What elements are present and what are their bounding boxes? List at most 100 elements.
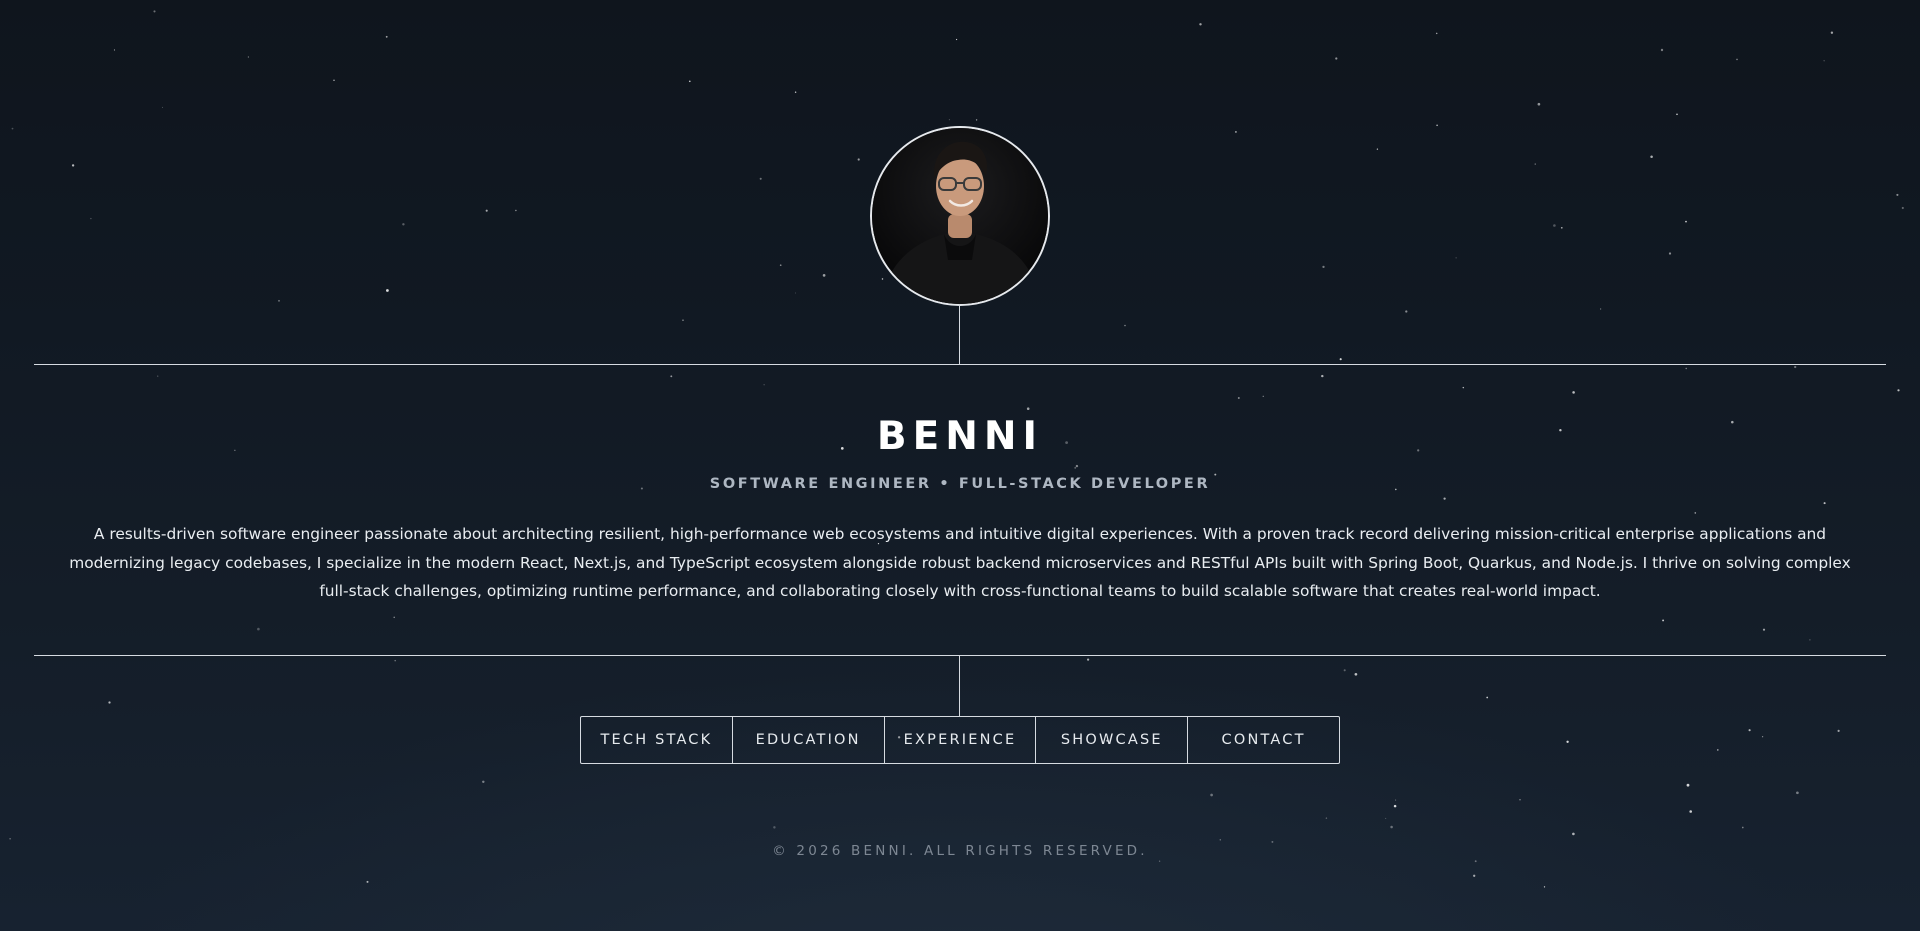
star bbox=[393, 616, 395, 619]
star bbox=[1599, 308, 1602, 310]
star bbox=[394, 659, 396, 662]
star bbox=[1660, 48, 1664, 52]
star bbox=[1343, 669, 1346, 672]
star bbox=[278, 299, 280, 302]
star bbox=[975, 119, 978, 121]
star bbox=[1794, 365, 1797, 369]
star bbox=[1650, 155, 1653, 158]
star bbox=[1694, 512, 1697, 514]
divider-top bbox=[34, 364, 1886, 365]
star bbox=[1809, 639, 1811, 641]
star bbox=[1685, 367, 1687, 370]
star bbox=[1676, 113, 1678, 116]
star bbox=[1748, 729, 1751, 732]
star bbox=[515, 209, 517, 212]
star bbox=[1534, 163, 1536, 165]
star bbox=[485, 209, 488, 212]
star bbox=[1572, 391, 1575, 394]
star bbox=[773, 826, 776, 829]
nav-item-education[interactable]: EDUCATION bbox=[733, 717, 885, 763]
star bbox=[1762, 628, 1766, 631]
star bbox=[1519, 799, 1521, 801]
star bbox=[1686, 783, 1690, 787]
star bbox=[1087, 658, 1090, 661]
star bbox=[1075, 464, 1079, 468]
star bbox=[1455, 257, 1457, 259]
star bbox=[1462, 386, 1465, 389]
star bbox=[795, 292, 796, 294]
star bbox=[113, 49, 116, 51]
star bbox=[482, 780, 485, 784]
star bbox=[1321, 374, 1324, 378]
star bbox=[1543, 886, 1546, 888]
star bbox=[1405, 310, 1408, 313]
star bbox=[1385, 817, 1387, 819]
star bbox=[1219, 839, 1221, 841]
profile-name: BENNI bbox=[876, 414, 1044, 459]
star bbox=[1473, 874, 1476, 877]
star bbox=[1354, 672, 1358, 676]
star bbox=[1436, 124, 1438, 127]
star bbox=[157, 375, 159, 377]
profile-bio: A results-driven software engineer passi… bbox=[69, 525, 1851, 600]
star bbox=[1537, 102, 1541, 106]
nav-item-showcase[interactable]: SHOWCASE bbox=[1036, 717, 1189, 763]
star bbox=[763, 384, 765, 386]
star bbox=[333, 79, 335, 82]
nav-item-contact[interactable]: CONTACT bbox=[1188, 717, 1339, 763]
star bbox=[1376, 148, 1379, 150]
star bbox=[1668, 252, 1672, 255]
star bbox=[1560, 226, 1563, 229]
star bbox=[1237, 397, 1240, 399]
star bbox=[11, 127, 14, 130]
star bbox=[1393, 804, 1397, 808]
star bbox=[1896, 193, 1899, 196]
star bbox=[1158, 860, 1161, 862]
star bbox=[161, 106, 164, 108]
connector-line-top bbox=[959, 304, 960, 364]
star bbox=[385, 35, 388, 38]
star bbox=[257, 627, 260, 631]
star bbox=[1335, 57, 1338, 60]
divider-bottom bbox=[34, 655, 1886, 656]
star bbox=[1026, 407, 1030, 410]
star bbox=[688, 80, 691, 83]
nav-item-tech-stack[interactable]: TECH STACK bbox=[581, 717, 733, 763]
star bbox=[1796, 791, 1799, 795]
star bbox=[366, 880, 369, 883]
star bbox=[1339, 358, 1342, 361]
star bbox=[1486, 696, 1489, 699]
star bbox=[247, 56, 249, 58]
star bbox=[1210, 793, 1213, 797]
star bbox=[1823, 502, 1826, 505]
star bbox=[1262, 395, 1264, 397]
star bbox=[1901, 206, 1904, 210]
star bbox=[1435, 32, 1438, 35]
star bbox=[71, 164, 75, 167]
star bbox=[857, 158, 860, 161]
star bbox=[1761, 736, 1764, 738]
star bbox=[759, 177, 762, 180]
nav-item-experience[interactable]: EXPERIENCE bbox=[885, 717, 1037, 763]
star bbox=[956, 38, 958, 41]
star bbox=[1685, 220, 1687, 223]
star bbox=[779, 264, 782, 267]
star bbox=[1566, 740, 1569, 743]
profile-subtitle: SOFTWARE ENGINEER • FULL-STACK DEVELOPER bbox=[709, 476, 1211, 492]
star bbox=[1736, 58, 1738, 61]
star bbox=[1390, 825, 1393, 829]
star bbox=[948, 119, 950, 121]
portrait-photo-icon bbox=[872, 128, 1048, 304]
star bbox=[9, 837, 11, 840]
star bbox=[402, 223, 405, 226]
connector-line-bottom bbox=[959, 656, 960, 716]
star bbox=[1662, 619, 1665, 622]
section-nav: TECH STACK EDUCATION EXPERIENCE SHOWCASE… bbox=[580, 716, 1340, 764]
star bbox=[670, 375, 673, 378]
star bbox=[90, 217, 92, 220]
footer-copyright: © 2026 BENNI. ALL RIGHTS RESERVED. bbox=[772, 843, 1148, 859]
star bbox=[682, 319, 684, 321]
star bbox=[881, 278, 884, 280]
star bbox=[1897, 389, 1900, 392]
star bbox=[1572, 832, 1575, 836]
